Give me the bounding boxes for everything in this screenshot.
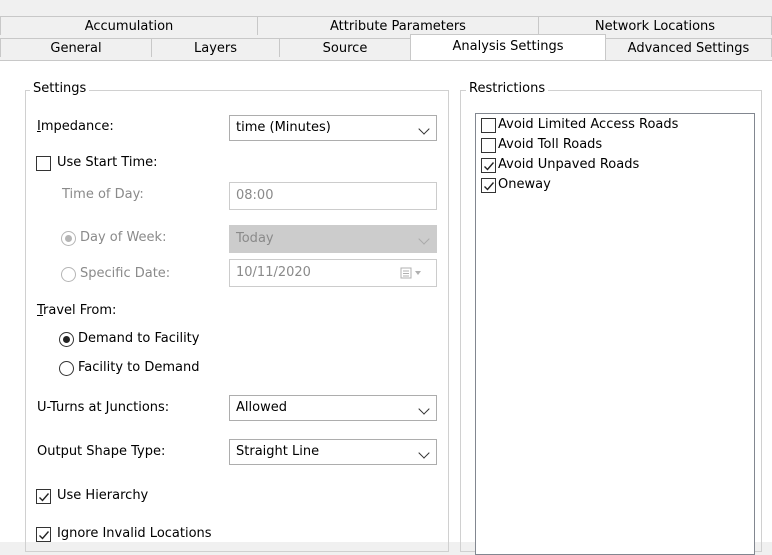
specific-date-value: 10/11/2020 xyxy=(236,265,311,280)
use-hierarchy-label: Use Hierarchy xyxy=(57,488,149,503)
restriction-checkbox[interactable] xyxy=(481,138,496,153)
output-shape-value: Straight Line xyxy=(236,444,320,459)
restriction-label: Oneway xyxy=(498,177,551,192)
checkmark-icon xyxy=(484,182,495,191)
demand-to-facility-radio[interactable] xyxy=(59,332,74,347)
travel-from-label: Travel From: xyxy=(37,303,117,318)
chevron-down-icon xyxy=(418,447,430,459)
specific-date-label: Specific Date: xyxy=(80,266,171,281)
tab-source[interactable]: Source xyxy=(279,38,411,57)
settings-legend: Settings xyxy=(30,81,90,96)
tab-row-back: Accumulation Attribute Parameters Networ… xyxy=(0,16,772,36)
specific-date-field[interactable]: 10/11/2020 xyxy=(229,259,437,287)
restriction-label: Avoid Limited Access Roads xyxy=(498,117,679,132)
uturns-dropdown[interactable]: Allowed xyxy=(229,395,437,421)
day-of-week-radio[interactable] xyxy=(61,231,76,246)
facility-to-demand-label: Facility to Demand xyxy=(78,360,200,375)
tab-attribute-parameters[interactable]: Attribute Parameters xyxy=(257,16,539,35)
output-shape-dropdown[interactable]: Straight Line xyxy=(229,439,437,465)
tab-advanced-settings[interactable]: Advanced Settings xyxy=(605,38,772,57)
tab-accumulation[interactable]: Accumulation xyxy=(0,16,258,35)
output-shape-label: Output Shape Type: xyxy=(37,444,166,459)
day-of-week-dropdown[interactable]: Today xyxy=(229,225,437,253)
time-of-day-value: 08:00 xyxy=(236,188,274,203)
chevron-down-icon xyxy=(418,123,430,135)
checkmark-icon xyxy=(39,531,50,540)
restriction-label: Avoid Unpaved Roads xyxy=(498,157,640,172)
tab-row-front: General Layers Source Analysis Settings … xyxy=(0,34,772,60)
uturns-value: Allowed xyxy=(236,400,287,415)
day-of-week-label: Day of Week: xyxy=(80,230,167,245)
impedance-dropdown[interactable]: time (Minutes) xyxy=(229,115,437,141)
facility-to-demand-radio[interactable] xyxy=(59,361,74,376)
use-start-time-label: Use Start Time: xyxy=(57,155,158,170)
uturns-label: U-Turns at Junctions: xyxy=(37,400,170,415)
ignore-invalid-label: Ignore Invalid Locations xyxy=(57,526,212,541)
checkmark-icon xyxy=(39,493,50,502)
chevron-down-icon xyxy=(418,403,430,415)
impedance-value: time (Minutes) xyxy=(236,120,331,135)
tab-layers[interactable]: Layers xyxy=(151,38,280,57)
day-of-week-value: Today xyxy=(236,231,274,246)
restriction-checkbox[interactable] xyxy=(481,118,496,133)
specific-date-radio[interactable] xyxy=(61,267,76,282)
use-hierarchy-checkbox[interactable] xyxy=(36,489,51,504)
tab-analysis-settings[interactable]: Analysis Settings xyxy=(410,34,606,60)
ignore-invalid-checkbox[interactable] xyxy=(36,527,51,542)
checkmark-icon xyxy=(484,162,495,171)
time-of-day-field[interactable]: 08:00 xyxy=(229,182,437,210)
impedance-label: Impedance: xyxy=(37,119,114,134)
restriction-label: Avoid Toll Roads xyxy=(498,137,603,152)
restrictions-legend: Restrictions xyxy=(466,81,549,96)
tab-network-locations[interactable]: Network Locations xyxy=(538,16,772,35)
use-start-time-checkbox[interactable] xyxy=(36,156,51,171)
restriction-checkbox[interactable] xyxy=(481,178,496,193)
demand-to-facility-label: Demand to Facility xyxy=(78,331,200,346)
restrictions-list[interactable]: Avoid Limited Access Roads Avoid Toll Ro… xyxy=(475,113,755,555)
tab-general[interactable]: General xyxy=(0,38,152,57)
restriction-checkbox[interactable] xyxy=(481,158,496,173)
time-of-day-label: Time of Day: xyxy=(62,187,144,202)
chevron-down-icon xyxy=(418,233,430,245)
calendar-icon[interactable] xyxy=(400,267,428,279)
